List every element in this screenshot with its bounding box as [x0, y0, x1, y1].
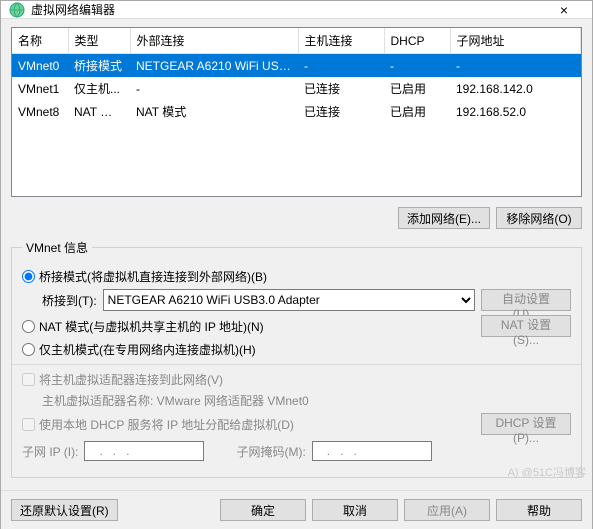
subnet-mask-label: 子网掩码(M):	[236, 443, 305, 460]
apply-button[interactable]: 应用(A)	[404, 499, 490, 521]
cell-ext: -	[130, 77, 298, 100]
radio-bridged[interactable]: 桥接模式(将虚拟机直接连接到外部网络)(B)	[22, 268, 267, 285]
remove-network-button[interactable]: 移除网络(O)	[496, 207, 582, 229]
ok-button[interactable]: 确定	[220, 499, 306, 521]
vmnet-info-legend: VMnet 信息	[22, 239, 92, 256]
nat-settings-button[interactable]: NAT 设置(S)...	[481, 315, 571, 337]
col-host[interactable]: 主机连接	[298, 28, 384, 54]
cancel-button[interactable]: 取消	[312, 499, 398, 521]
cell-ext: NETGEAR A6210 WiFi USB3....	[130, 54, 298, 78]
cell-type: NAT 模式	[68, 100, 130, 123]
subnet-ip-label: 子网 IP (I):	[22, 443, 78, 460]
titlebar: 虚拟网络编辑器 ×	[1, 1, 592, 19]
network-table[interactable]: 名称 类型 外部连接 主机连接 DHCP 子网地址 VMnet0桥接模式NETG…	[11, 27, 582, 197]
close-button[interactable]: ×	[544, 2, 584, 18]
table-row[interactable]: VMnet1仅主机...-已连接已启用192.168.142.0	[12, 77, 581, 100]
dialog-footer: 还原默认设置(R) 确定 取消 应用(A) 帮助	[1, 490, 592, 529]
checkbox-connect-host: 将主机虚拟适配器连接到此网络(V)	[22, 371, 223, 388]
cell-host: -	[298, 54, 384, 78]
cell-dhcp: 已启用	[384, 77, 450, 100]
cell-subnet: 192.168.142.0	[450, 77, 581, 100]
cell-host: 已连接	[298, 100, 384, 123]
subnet-mask-input	[312, 441, 432, 461]
cell-type: 仅主机...	[68, 77, 130, 100]
radio-hostonly[interactable]: 仅主机模式(在专用网络内连接虚拟机)(H)	[22, 341, 256, 358]
checkbox-use-dhcp: 使用本地 DHCP 服务将 IP 地址分配给虚拟机(D)	[22, 416, 294, 433]
radio-bridged-input[interactable]	[22, 270, 35, 283]
cell-type: 桥接模式	[68, 54, 130, 78]
radio-nat-input[interactable]	[22, 320, 35, 333]
window-title: 虚拟网络编辑器	[31, 1, 544, 18]
cell-subnet: 192.168.52.0	[450, 100, 581, 123]
col-ext[interactable]: 外部连接	[130, 28, 298, 54]
add-network-button[interactable]: 添加网络(E)...	[398, 207, 490, 229]
cell-host: 已连接	[298, 77, 384, 100]
app-icon	[9, 2, 25, 18]
cell-name: VMnet8	[12, 100, 68, 123]
vmnet-info-group: VMnet 信息 桥接模式(将虚拟机直接连接到外部网络)(B) 桥接到(T): …	[11, 239, 582, 478]
radio-hostonly-input[interactable]	[22, 343, 35, 356]
checkbox-connect-host-input	[22, 373, 35, 386]
virtual-network-editor-window: 虚拟网络编辑器 × 名称 类型 外部连接 主机连接 DHCP 子网地址 VMne…	[0, 0, 593, 529]
cell-subnet: -	[450, 54, 581, 78]
cell-ext: NAT 模式	[130, 100, 298, 123]
checkbox-use-dhcp-input	[22, 418, 35, 431]
cell-name: VMnet0	[12, 54, 68, 78]
col-type[interactable]: 类型	[68, 28, 130, 54]
cell-dhcp: -	[384, 54, 450, 78]
cell-name: VMnet1	[12, 77, 68, 100]
table-row[interactable]: VMnet8NAT 模式NAT 模式已连接已启用192.168.52.0	[12, 100, 581, 123]
radio-nat[interactable]: NAT 模式(与虚拟机共享主机的 IP 地址)(N)	[22, 318, 264, 335]
restore-defaults-button[interactable]: 还原默认设置(R)	[11, 499, 118, 521]
dhcp-settings-button[interactable]: DHCP 设置(P)...	[481, 413, 571, 435]
col-name[interactable]: 名称	[12, 28, 68, 54]
bridge-adapter-select[interactable]: NETGEAR A6210 WiFi USB3.0 Adapter	[103, 289, 475, 311]
bridge-to-label: 桥接到(T):	[42, 292, 97, 309]
table-row[interactable]: VMnet0桥接模式NETGEAR A6210 WiFi USB3....---	[12, 54, 581, 78]
cell-dhcp: 已启用	[384, 100, 450, 123]
col-subnet[interactable]: 子网地址	[450, 28, 581, 54]
help-button[interactable]: 帮助	[496, 499, 582, 521]
host-adapter-name-line: 主机虚拟适配器名称: VMware 网络适配器 VMnet0	[42, 392, 309, 409]
subnet-ip-input	[84, 441, 204, 461]
auto-settings-button[interactable]: 自动设置(U)...	[481, 289, 571, 311]
col-dhcp[interactable]: DHCP	[384, 28, 450, 54]
